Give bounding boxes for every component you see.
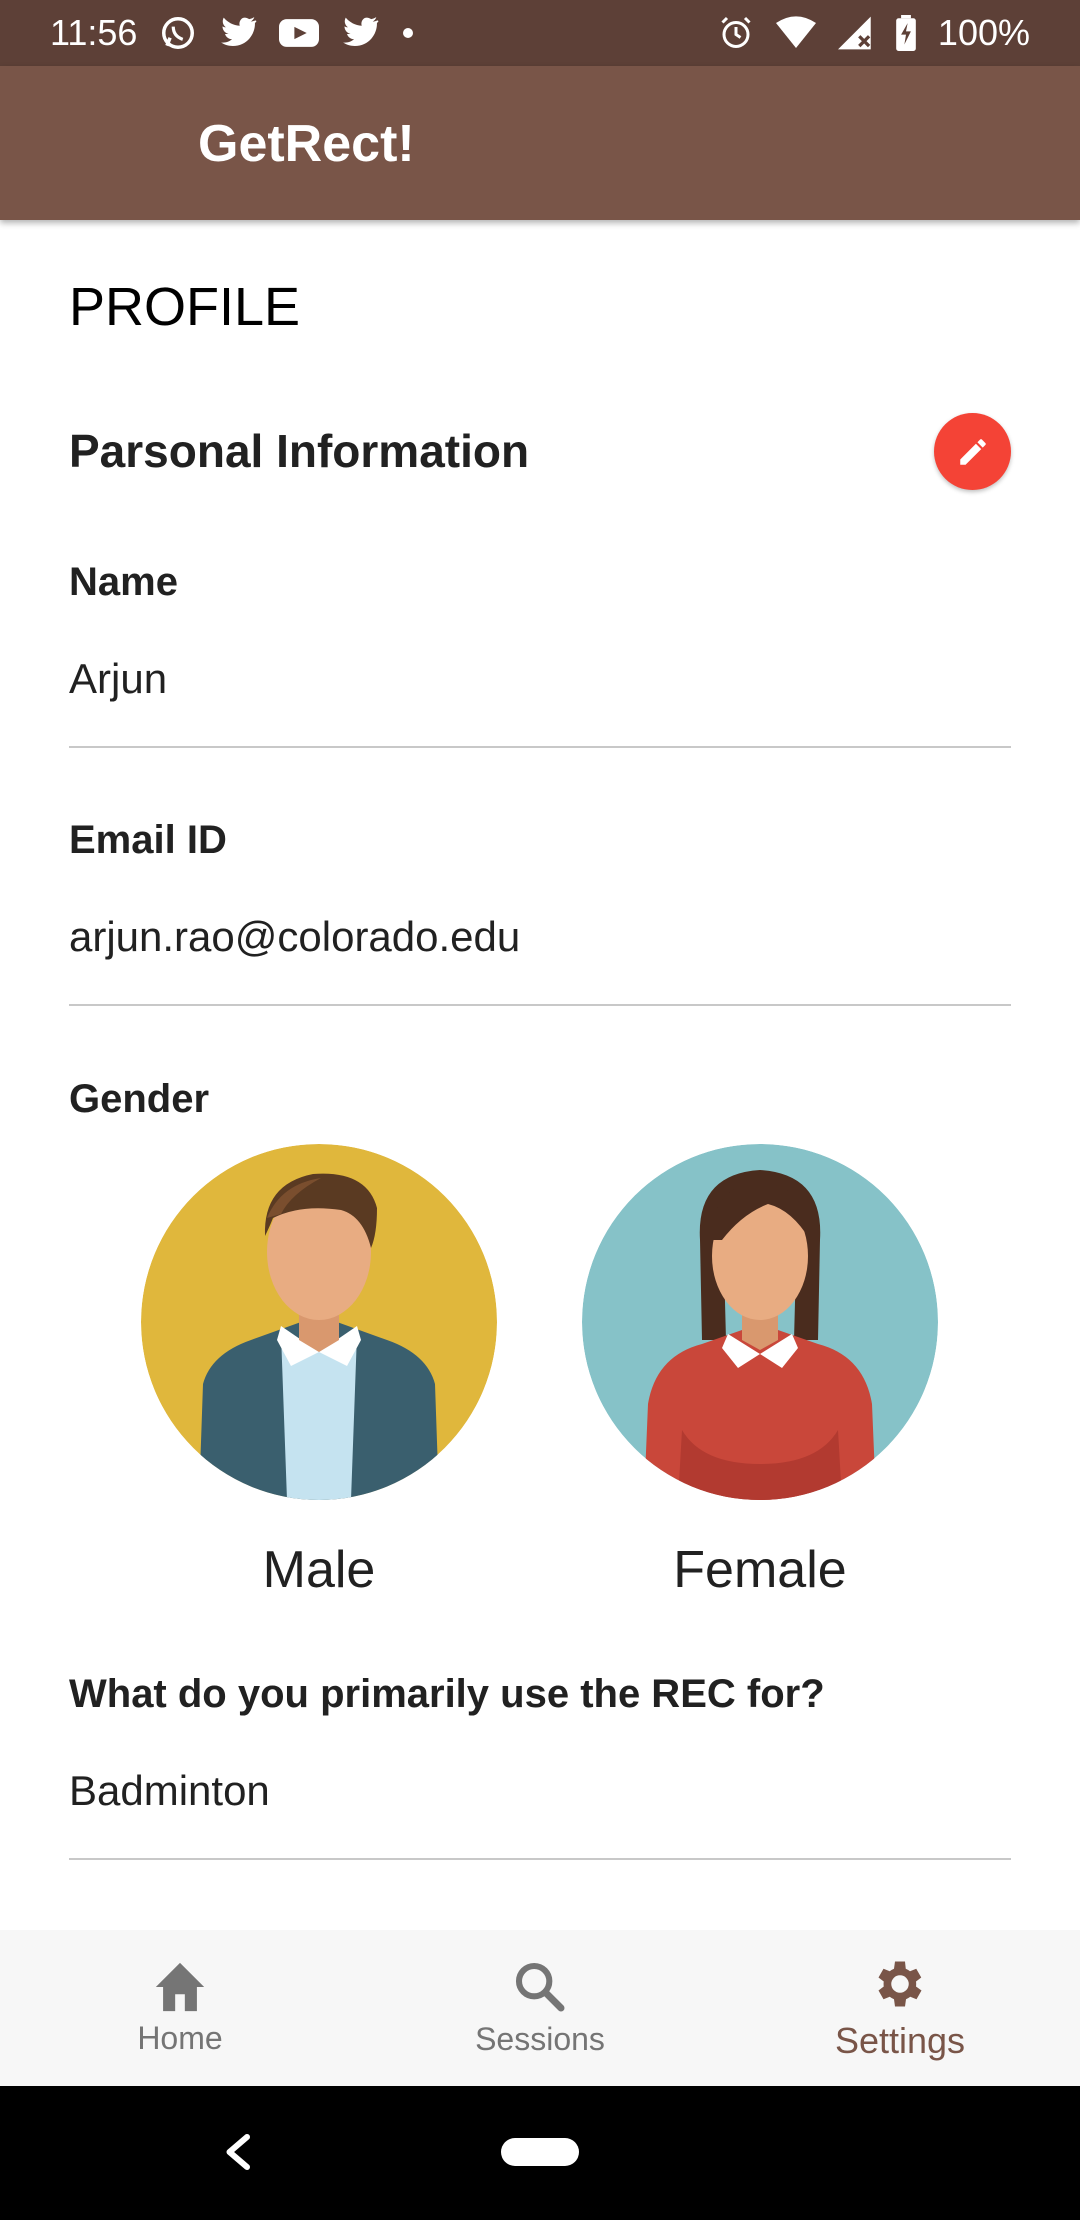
female-avatar[interactable] (582, 1144, 938, 1500)
nav-item-home[interactable]: Home (0, 1930, 360, 2086)
twitter-icon (219, 16, 257, 50)
rec-use-label: What do you primarily use the REC for? (69, 1672, 825, 1716)
bottom-nav: Home Sessions Settings (0, 1930, 1080, 2086)
home-icon (155, 1962, 205, 2011)
name-label: Name (69, 560, 178, 604)
male-label[interactable]: Male (141, 1540, 497, 1600)
gender-label: Gender (69, 1077, 210, 1121)
app-bar: GetRect! (0, 66, 1080, 220)
signal-icon (837, 16, 874, 50)
status-left: 11:56 (50, 12, 415, 54)
edit-button[interactable] (934, 413, 1011, 490)
status-right: 100% (718, 12, 1030, 54)
back-button[interactable] (222, 2132, 252, 2177)
status-time: 11:56 (50, 12, 138, 53)
nav-label-settings: Settings (834, 2020, 966, 2061)
pencil-icon (959, 438, 986, 465)
back-chevron-icon (226, 2134, 250, 2170)
battery-percent: 100% (937, 12, 1030, 53)
twitter-icon (341, 16, 379, 50)
nav-label-home: Home (137, 2019, 223, 2056)
name-field[interactable]: Arjun (69, 655, 167, 703)
email-field[interactable]: arjun.rao@colorado.edu (69, 913, 520, 961)
rec-use-field[interactable]: Badminton (69, 1767, 270, 1815)
rec-use-underline (69, 1858, 1011, 1860)
page-title: PROFILE (69, 277, 301, 337)
home-pill-button[interactable] (501, 2138, 579, 2166)
nav-label-sessions: Sessions (475, 2020, 605, 2057)
nav-item-settings[interactable]: Settings (720, 1930, 1080, 2086)
dot-icon (401, 26, 415, 40)
email-underline (69, 1004, 1011, 1006)
wifi-icon (775, 16, 816, 50)
name-underline (69, 746, 1011, 748)
app-title: GetRect! (198, 115, 415, 173)
status-bar: 11:56 100% (0, 0, 1080, 66)
male-avatar[interactable] (141, 1144, 497, 1500)
whatsapp-icon (159, 14, 197, 52)
section-title: Parsonal Information (69, 425, 530, 477)
female-label[interactable]: Female (582, 1540, 938, 1600)
battery-icon (896, 15, 916, 51)
email-label: Email ID (69, 818, 227, 862)
alarm-icon (718, 15, 754, 51)
nav-item-sessions[interactable]: Sessions (360, 1930, 720, 2086)
search-icon (515, 1962, 565, 2011)
youtube-icon (279, 18, 320, 48)
system-nav-bar (0, 2086, 1080, 2220)
gear-icon (878, 1961, 922, 2007)
